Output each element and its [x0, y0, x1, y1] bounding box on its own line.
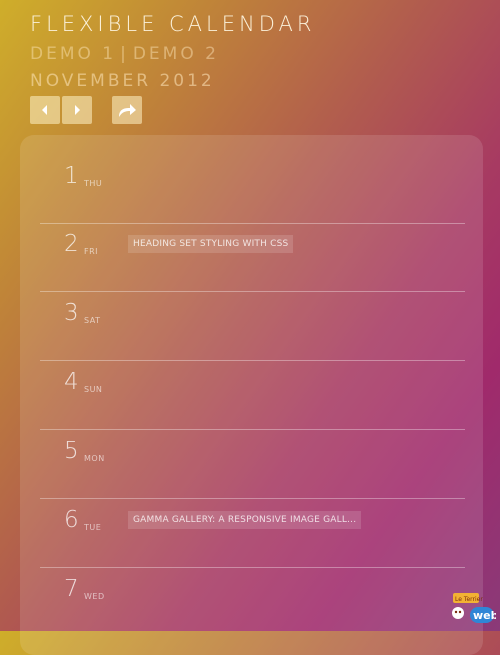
svg-text:web: web: [473, 609, 496, 622]
demo-separator: |: [120, 44, 129, 64]
next-month-button[interactable]: [62, 96, 92, 124]
svg-text:Le Terrier: Le Terrier: [455, 596, 483, 603]
day-number: 6: [64, 507, 79, 533]
day-of-week: THU: [84, 179, 103, 188]
day-row[interactable]: 5 MON: [40, 430, 465, 499]
event-item[interactable]: GAMMA GALLERY: A RESPONSIVE IMAGE GALL..…: [128, 511, 362, 529]
day-number: 4: [64, 369, 79, 395]
day-row[interactable]: 3 SAT: [40, 292, 465, 361]
calendar-nav: [30, 96, 144, 124]
share-button[interactable]: [112, 96, 142, 124]
day-row[interactable]: 7 WED: [40, 568, 465, 636]
prev-month-button[interactable]: [30, 96, 60, 124]
day-number: 5: [64, 438, 79, 464]
day-number: 1: [64, 163, 79, 189]
demo-1-link[interactable]: DEMO 1: [30, 44, 116, 64]
day-row[interactable]: 1 THU: [40, 155, 465, 224]
day-of-week: SUN: [84, 385, 103, 394]
day-of-week: FRI: [84, 247, 99, 256]
share-arrow-icon: [119, 104, 136, 117]
day-row[interactable]: 6 TUE GAMMA GALLERY: A RESPONSIVE IMAGE …: [40, 499, 465, 568]
chevron-right-icon: [75, 105, 80, 115]
chevron-left-icon: [42, 105, 47, 115]
event-item[interactable]: HEADING SET STYLING WITH CSS: [128, 235, 294, 253]
day-number: 2: [64, 231, 79, 257]
current-month: NOVEMBER 2012: [30, 71, 215, 91]
site-logo: Le Terrier web: [452, 593, 496, 623]
calendar-panel: 1 THU 2 FRI HEADING SET STYLING WITH CSS…: [20, 135, 483, 655]
day-row[interactable]: 4 SUN: [40, 361, 465, 430]
demo-2-link[interactable]: DEMO 2: [133, 44, 219, 64]
day-number: 7: [64, 576, 79, 602]
day-of-week: SAT: [84, 316, 101, 325]
day-of-week: TUE: [84, 523, 102, 532]
day-row[interactable]: 2 FRI HEADING SET STYLING WITH CSS: [40, 223, 465, 292]
day-of-week: WED: [84, 592, 105, 601]
day-of-week: MON: [84, 454, 105, 463]
demo-links: DEMO 1 | DEMO 2: [30, 44, 219, 64]
page-title: FLEXIBLE CALENDAR: [30, 12, 316, 36]
day-number: 3: [64, 300, 79, 326]
